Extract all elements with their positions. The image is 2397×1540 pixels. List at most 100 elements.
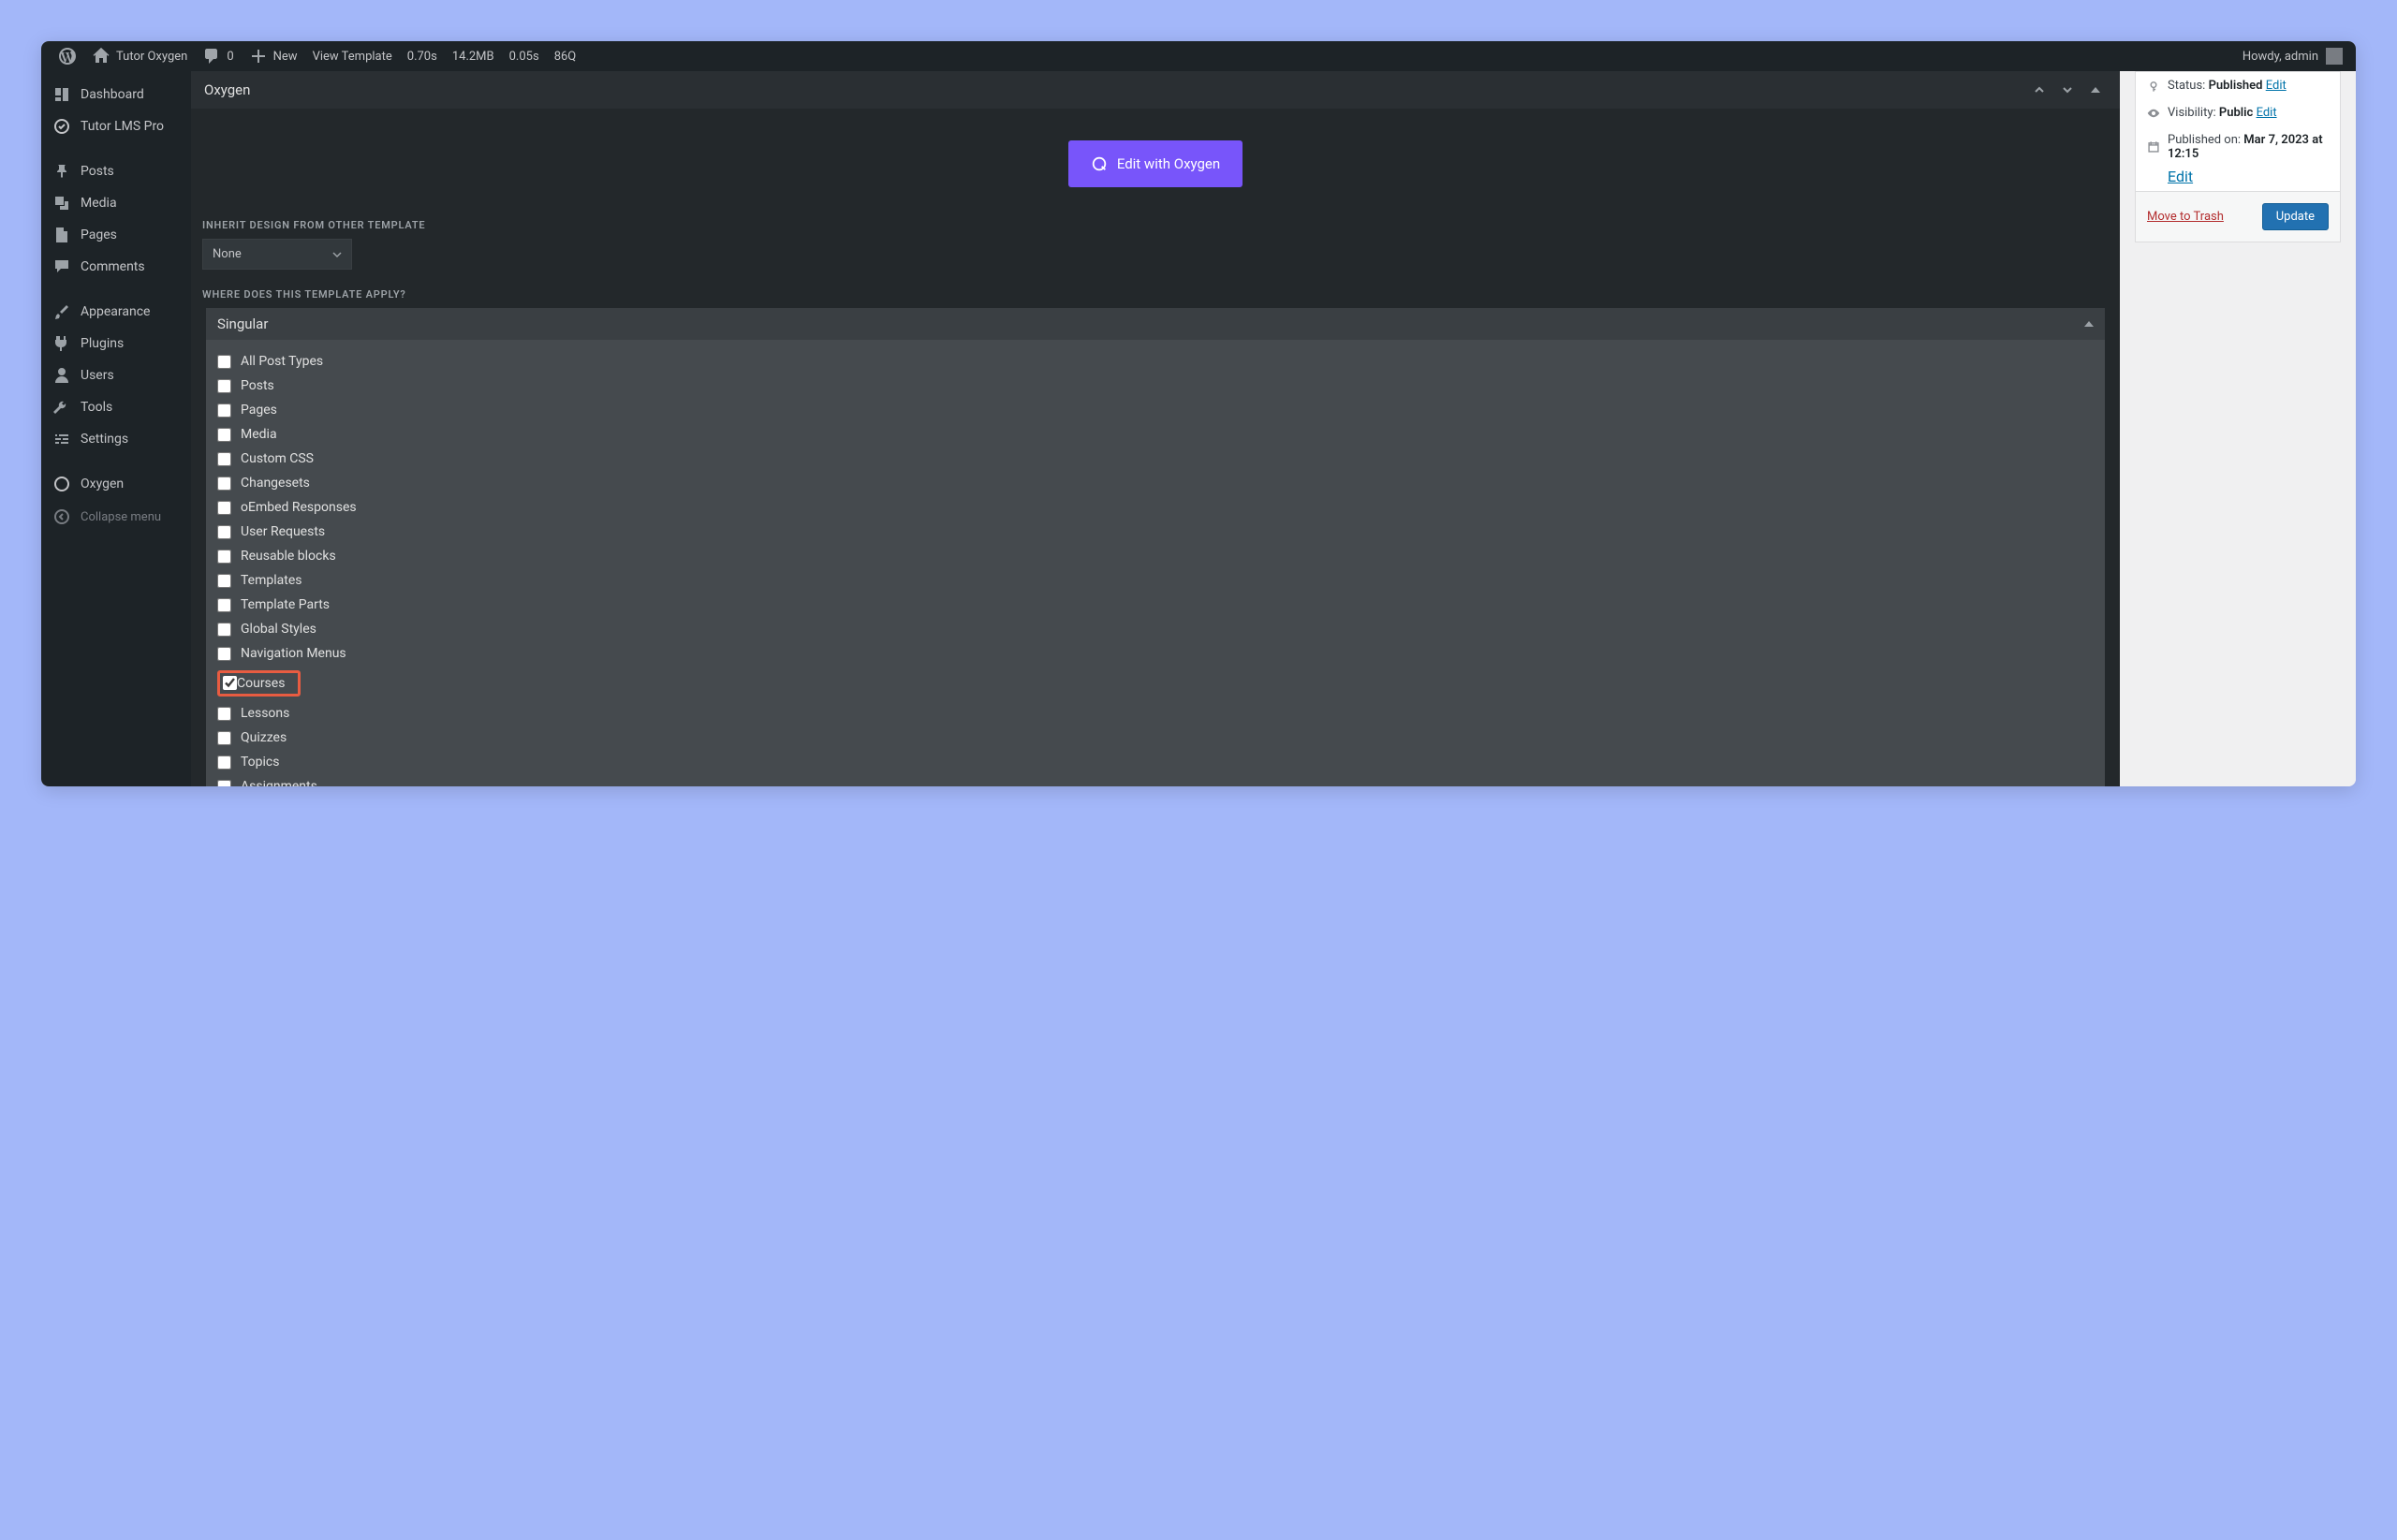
key-icon [2147,80,2160,93]
post-type-template-parts: Template Parts [212,593,2099,617]
post-type-lessons: Lessons [212,701,2099,726]
home-icon [92,47,110,66]
perf-time1: 0.70s [400,41,445,71]
post-type-navigation-menus: Navigation Menus [212,641,2099,666]
collapse-icon [52,507,71,526]
post-type-checkbox[interactable] [217,477,231,491]
post-type-checkbox[interactable] [217,647,231,661]
post-type-media: Media [212,422,2099,447]
perf-queries: 86Q [547,41,584,71]
post-type-user-requests: User Requests [212,520,2099,544]
post-type-courses: Courses [212,666,2099,701]
edit-with-oxygen-button[interactable]: Edit with Oxygen [1068,140,1243,187]
post-type-checkbox[interactable] [217,780,231,787]
post-type-topics: Topics [212,750,2099,774]
post-type-checkbox[interactable] [217,428,231,442]
sidebar-item-dashboard[interactable]: Dashboard [41,79,191,110]
inherit-label: INHERIT DESIGN FROM OTHER TEMPLATE [202,219,2109,231]
oxygen-icon [52,475,71,493]
post-type-global-styles: Global Styles [212,617,2099,641]
pin-icon [52,162,71,181]
comment-icon [52,257,71,276]
calendar-icon [2147,140,2160,154]
post-type-all-post-types: All Post Types [212,349,2099,374]
sidebar-item-posts[interactable]: Posts [41,155,191,187]
post-type-assignments: Assignments [212,774,2099,786]
chevron-up-icon [2034,84,2045,95]
edit-status-link[interactable]: Edit [2266,79,2287,93]
content-area: Oxygen [191,71,2356,786]
new-content[interactable]: New [242,41,305,71]
user-icon [52,366,71,385]
view-template[interactable]: View Template [305,41,400,71]
update-button[interactable]: Update [2262,203,2329,230]
post-type-checkbox[interactable] [217,623,231,637]
post-type-changesets: Changesets [212,471,2099,495]
sidebar-item-appearance[interactable]: Appearance [41,296,191,328]
inherit-select[interactable]: None [202,239,352,270]
post-type-custom-css: Custom CSS [212,447,2099,471]
publish-box: Status: Published Edit Visibility: Publi… [2135,71,2341,242]
chevron-down-icon [332,250,342,259]
edit-date-link[interactable]: Edit [2168,168,2193,185]
page-icon [52,226,71,244]
tutor-icon [52,117,71,136]
dash-icon [52,85,71,104]
apply-label: WHERE DOES THIS TEMPLATE APPLY? [202,288,2109,301]
post-type-checkbox[interactable] [217,355,231,369]
oxygen-edit-icon [1091,155,1108,172]
post-type-checkbox[interactable] [217,452,231,466]
sidebar-item-oxygen[interactable]: Oxygen [41,468,191,500]
triangle-up-icon [2091,87,2100,93]
post-type-reusable-blocks: Reusable blocks [212,544,2099,568]
post-type-checkbox[interactable] [217,550,231,564]
move-to-trash-link[interactable]: Move to Trash [2147,210,2224,224]
move-up-button[interactable] [2028,79,2051,101]
sidebar-item-pages[interactable]: Pages [41,219,191,251]
post-type-checkbox[interactable] [217,707,231,721]
sidebar-item-comments[interactable]: Comments [41,251,191,283]
post-type-oembed-responses: oEmbed Responses [212,495,2099,520]
move-down-button[interactable] [2056,79,2079,101]
plug-icon [52,334,71,353]
sidebar-item-tutor-lms-pro[interactable]: Tutor LMS Pro [41,110,191,142]
oxygen-metabox-header[interactable]: Oxygen [191,71,2120,109]
singular-section-header[interactable]: Singular [206,308,2105,340]
triangle-up-icon [2084,321,2094,327]
main-panel: Oxygen [191,71,2120,786]
brush-icon [52,302,71,321]
sidebar-item-tools[interactable]: Tools [41,391,191,423]
post-type-checkbox[interactable] [217,403,231,418]
comments-count[interactable]: 0 [195,41,241,71]
post-type-checkbox[interactable] [217,574,231,588]
post-type-quizzes: Quizzes [212,726,2099,750]
edit-visibility-link[interactable]: Edit [2257,106,2277,120]
admin-sidebar: DashboardTutor LMS Pro PostsMediaPagesCom… [41,71,191,786]
post-type-checkbox[interactable] [217,501,231,515]
post-type-checkbox[interactable] [217,598,231,612]
post-type-checkbox[interactable] [217,379,231,393]
sidebar-item-settings[interactable]: Settings [41,423,191,455]
site-name[interactable]: Tutor Oxygen [84,41,195,71]
perf-time2: 0.05s [502,41,547,71]
sidebar-item-plugins[interactable]: Plugins [41,328,191,359]
media-icon [52,194,71,213]
post-type-checkbox[interactable] [217,525,231,539]
wrench-icon [52,398,71,417]
post-type-posts: Posts [212,374,2099,398]
sidebar-item-media[interactable]: Media [41,187,191,219]
post-types-list: All Post TypesPostsPagesMediaCustom CSSC… [206,340,2105,786]
post-type-checkbox[interactable] [223,676,237,690]
post-type-templates: Templates [212,568,2099,593]
post-type-pages: Pages [212,398,2099,422]
toggle-panel[interactable] [2084,79,2107,101]
admin-bar: Tutor Oxygen 0 New View Template 0.70s 1… [41,41,2356,71]
oxygen-metabox: Oxygen [191,71,2120,786]
wp-logo[interactable] [51,41,84,71]
sidebar-item-users[interactable]: Users [41,359,191,391]
my-account[interactable]: Howdy, admin [2243,48,2346,65]
post-type-checkbox[interactable] [217,755,231,770]
post-type-checkbox[interactable] [217,731,231,745]
wordpress-icon [58,47,77,66]
collapse-menu[interactable]: Collapse menu [41,500,191,534]
